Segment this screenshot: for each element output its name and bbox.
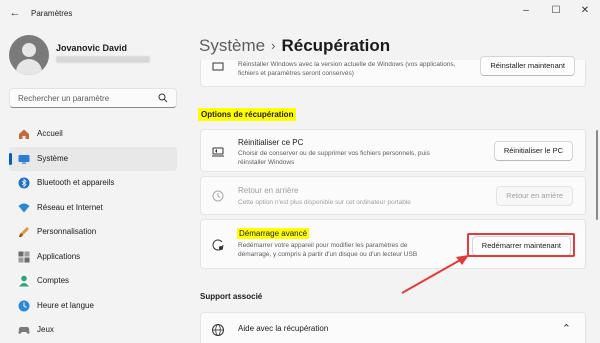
sidebar-item-accueil[interactable]: Accueil [9, 122, 177, 147]
reset-pc-title: Réinitialiser ce PC [238, 138, 304, 147]
sidebar-item-label: Heure et langue [37, 300, 94, 310]
maximize-icon[interactable]: ☐ [549, 5, 563, 16]
reinstall-now-button[interactable]: Réinstaller maintenant [480, 56, 575, 76]
page-title: Récupération [281, 36, 391, 55]
reinstall-description-line-2: fichiers et paramètres seront conservés) [238, 70, 354, 77]
reinstall-card: Réinstaller Windows avec la version actu… [200, 56, 586, 87]
recovery-help-card[interactable]: Aide avec la récupération ⌃ [200, 312, 586, 343]
annotation-arrow [401, 255, 469, 294]
breadcrumb: Système › Récupération [199, 36, 390, 56]
sidebar-item-jeux[interactable]: Jeux [9, 318, 177, 343]
sidebar-item-label: Comptes [37, 276, 70, 285]
reset-pc-icon [212, 147, 224, 157]
go-back-description: Cette option n'est plus disponible sur c… [238, 199, 411, 206]
brush-icon [19, 227, 29, 238]
reset-pc-card: Réinitialiser ce PC Choisir de conserver… [200, 129, 586, 172]
home-icon [19, 129, 29, 139]
minimize-icon[interactable]: – [519, 5, 533, 16]
related-support-heading: Support associé [200, 292, 263, 301]
avatar[interactable] [9, 35, 49, 75]
reinstall-description-line-1: Réinstaller Windows avec la version actu… [238, 61, 456, 68]
title-bar: ← Paramètres – ☐ ✕ [0, 0, 600, 28]
sidebar-item-label: Système [37, 153, 69, 163]
sidebar-item-label: Applications [37, 251, 81, 261]
network-icon [18, 203, 30, 212]
user-email-redacted [56, 56, 150, 63]
breadcrumb-parent[interactable]: Système [199, 36, 265, 55]
scrollbar[interactable] [596, 130, 598, 220]
games-icon [18, 327, 30, 334]
globe-icon [212, 324, 224, 336]
reset-pc-description: Choisir de conserver ou de supprimer vos… [238, 149, 473, 167]
reset-pc-description-line-1: Choisir de conserver ou de supprimer vos… [238, 150, 430, 157]
recovery-help-label: Aide avec la récupération [238, 324, 329, 333]
go-back-title: Retour en arrière [238, 186, 299, 195]
sidebar-item-label: Personnalisation [37, 227, 97, 236]
sidebar-item-applications[interactable]: Applications [9, 245, 177, 270]
chevron-up-icon[interactable]: ⌃ [562, 322, 571, 335]
search-icon [158, 93, 168, 103]
go-back-card: Retour en arrière Cette option n'est plu… [200, 176, 586, 215]
accounts-icon [19, 275, 29, 287]
sidebar-item-systeme[interactable]: Système [9, 146, 177, 171]
sidebar-item-label: Accueil [37, 129, 63, 138]
reinstall-description: Réinstaller Windows avec la version actu… [238, 60, 488, 78]
advanced-startup-title: Démarrage avancé [237, 228, 310, 239]
reinstall-icon [212, 62, 224, 71]
sidebar-item-heure-langue[interactable]: Heure et langue [9, 294, 177, 319]
app-title: Paramètres [31, 9, 73, 18]
sidebar-nav: Accueil Système Bluetooth et appareils R… [9, 122, 177, 343]
sidebar-item-label: Réseau et Internet [37, 202, 103, 212]
breadcrumb-separator: › [271, 38, 276, 53]
system-icon [18, 154, 30, 164]
sidebar-item-personnalisation[interactable]: Personnalisation [9, 220, 177, 245]
apps-icon [18, 251, 30, 262]
time-language-icon [18, 300, 30, 311]
sidebar-item-label: Bluetooth et appareils [37, 178, 115, 187]
sidebar-item-label: Jeux [37, 325, 54, 334]
close-icon[interactable]: ✕ [578, 5, 592, 16]
recovery-options-heading: Options de récupération [198, 108, 297, 121]
reset-pc-description-line-2: réinstaller Windows [238, 159, 295, 166]
sidebar-item-comptes[interactable]: Comptes [9, 269, 177, 294]
reset-pc-button[interactable]: Réinitialiser le PC [493, 141, 573, 161]
history-icon [212, 190, 224, 202]
sidebar-item-reseau[interactable]: Réseau et Internet [9, 196, 177, 221]
go-back-button[interactable]: Retour en arrière [496, 186, 573, 206]
user-name: Jovanovic David [56, 43, 128, 53]
back-arrow-icon[interactable]: ← [8, 6, 22, 20]
advanced-startup-icon [212, 239, 224, 251]
annotation-box [467, 233, 575, 257]
bluetooth-icon [18, 177, 30, 189]
search-input[interactable]: Rechercher un paramètre [9, 88, 177, 108]
sidebar-item-bluetooth[interactable]: Bluetooth et appareils [9, 171, 177, 196]
search-placeholder: Rechercher un paramètre [18, 94, 110, 103]
